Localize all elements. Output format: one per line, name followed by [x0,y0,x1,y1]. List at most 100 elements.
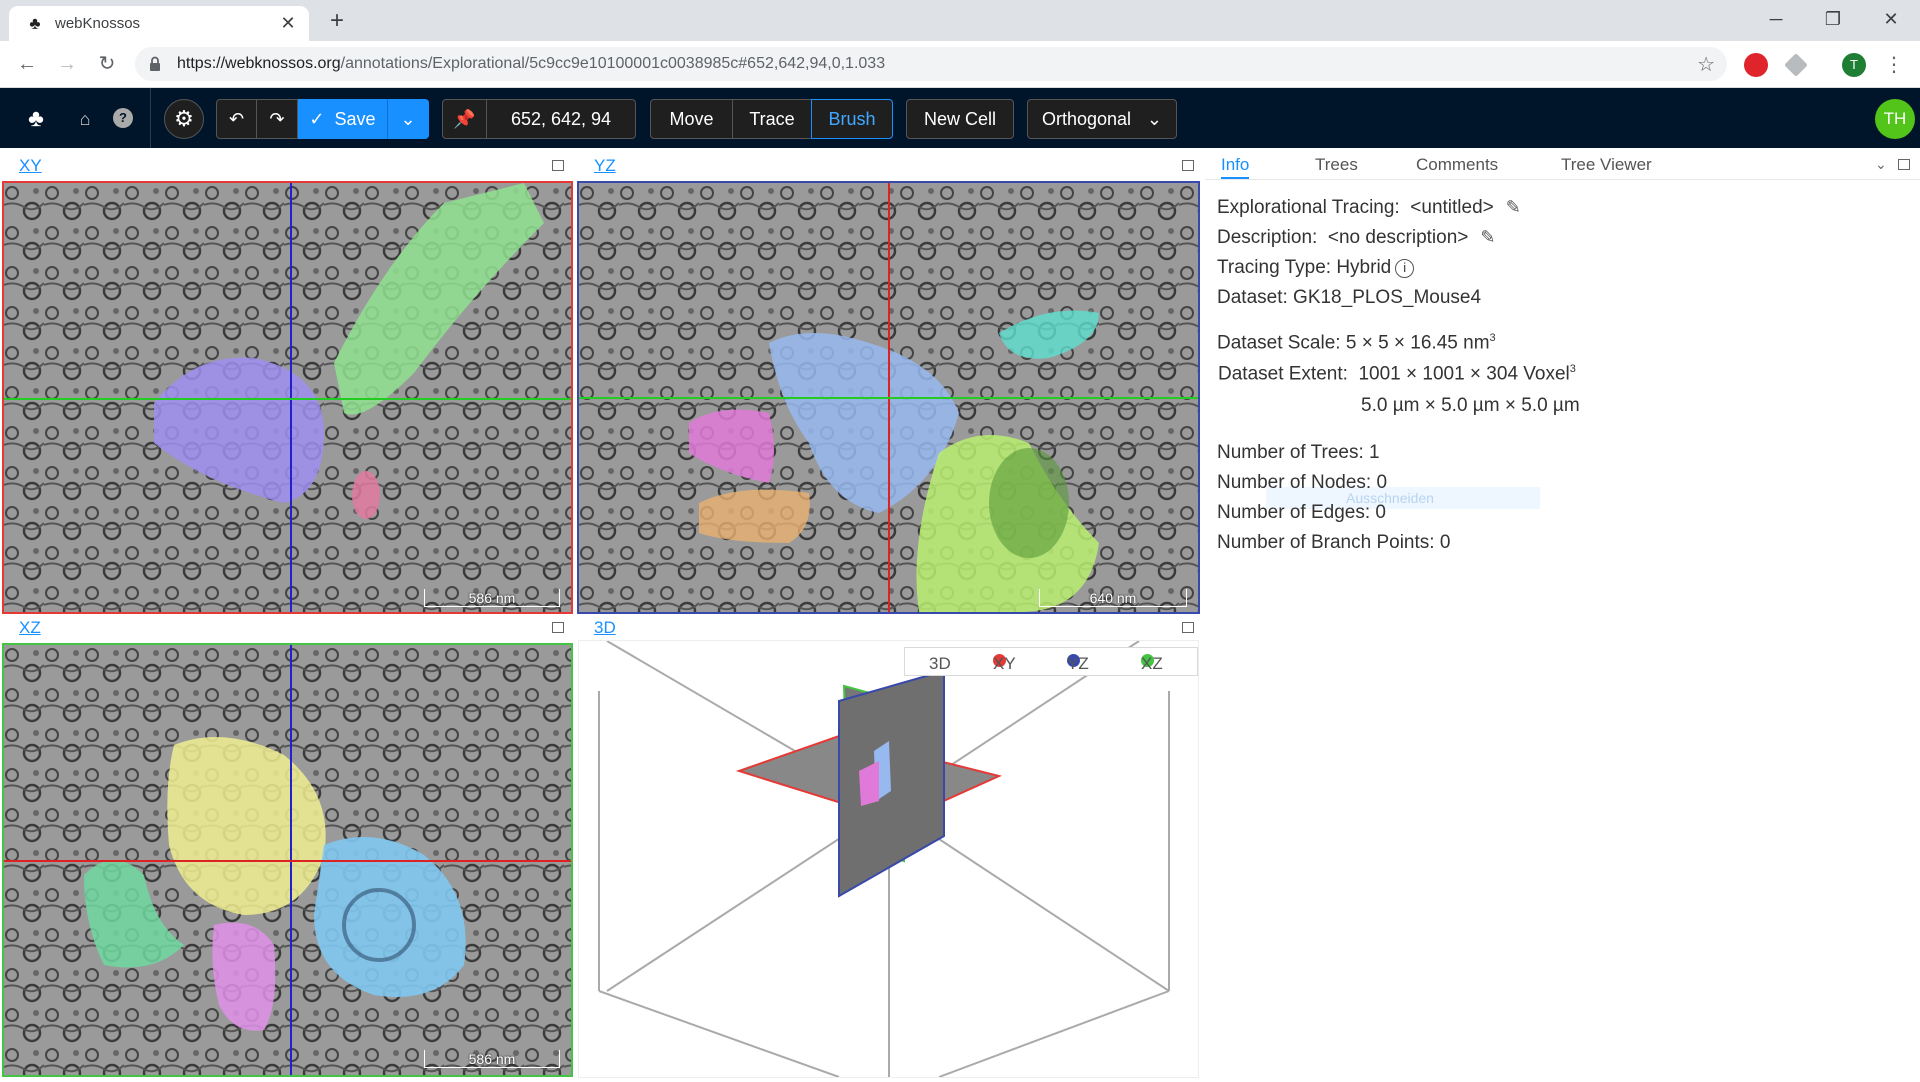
scale-bar-xz: 586 nm [424,1050,560,1068]
browser-profile-avatar[interactable]: T [1842,53,1866,77]
tab-title: webKnossos [55,15,141,32]
tool-move-button[interactable]: Move [650,99,733,139]
viewport-yz[interactable]: 640 nm [577,181,1200,614]
scale-label: Dataset Scale: [1217,332,1341,354]
tracing-type: Tracing Type: Hybrid [1217,257,1392,278]
maximize-3d-icon[interactable] [1182,622,1194,633]
scale-bar-yz: 640 nm [1039,589,1187,607]
url-omnibox[interactable]: https://webknossos.org/annotations/Explo… [135,47,1727,81]
em-image-yz [579,183,1198,612]
close-window-icon[interactable]: ✕ [1876,6,1906,32]
gear-icon: ⚙ [174,106,194,131]
viewport-xz-label[interactable]: XZ [19,618,41,638]
user-avatar[interactable]: TH [1875,99,1915,139]
reload-icon[interactable]: ↻ [92,49,122,79]
drive-extension-icon[interactable] [1784,53,1808,77]
viewport-3d[interactable] [578,640,1199,1078]
tree-count: Number of Trees: 1 [1217,442,1380,463]
save-button[interactable]: ✓ Save [298,99,387,139]
position-input[interactable]: 652, 642, 94 [486,99,636,139]
maximize-xz-icon[interactable] [552,622,564,633]
close-tab-icon[interactable]: ✕ [277,12,299,34]
tracing-label: Explorational Tracing: [1217,197,1400,218]
tool-trace-button[interactable]: Trace [732,99,812,139]
em-image-xy [4,183,571,612]
tab-comments[interactable]: Comments [1416,155,1498,175]
edit-description-pencil-icon[interactable]: ✎ [1480,227,1495,248]
bookmark-star-icon[interactable]: ☆ [1697,52,1715,77]
edit-name-pencil-icon[interactable]: ✎ [1506,197,1521,218]
save-label: Save [334,109,376,129]
tracing-value: <untitled> [1410,197,1494,218]
3d-legend: 3D XY YZ XZ [904,647,1198,676]
help-icon[interactable]: ? [113,108,133,128]
info-circle-icon[interactable]: i [1395,259,1415,278]
right-panel-tabs: Info Trees Comments Tree Viewer ⌄ [1205,148,1920,180]
legend-yz-label: YZ [1067,654,1089,673]
home-icon[interactable]: ⌂ [74,108,96,130]
browser-menu-icon[interactable]: ⋮ [1884,51,1904,79]
browser-tab-strip: ♣ webKnossos ✕ + ─ ❐ ✕ [0,0,1920,41]
chevron-down-icon: ⌄ [1146,109,1162,129]
branch-point-count: Number of Branch Points: 0 [1217,532,1451,553]
viewport-yz-label[interactable]: YZ [594,156,616,176]
new-tab-button[interactable]: + [322,8,352,34]
legend-xy-label: XY [993,654,1016,673]
view-mode-select[interactable]: Orthogonal ⌄ [1027,99,1177,139]
pushpin-icon: 📌 [453,109,476,129]
new-cell-button[interactable]: New Cell [906,99,1014,139]
maximize-panel-icon[interactable] [1898,159,1910,170]
undo-icon: ↶ [228,109,245,129]
viewport-xz[interactable]: 586 nm [2,643,573,1077]
extent-micrometers: 5.0 µm × 5.0 µm × 5.0 µm [1361,395,1580,416]
description-row: Description: <no description> ✎ [1217,227,1495,249]
webknossos-favicon-icon: ♣ [29,14,41,33]
tab-trees[interactable]: Trees [1315,155,1358,175]
viewport-xy[interactable]: 586 nm [2,181,573,614]
dataset-extent-row: Dataset Extent: 1001 × 1001 × 304 Voxel3 [1218,363,1576,385]
view-mode-value: Orthogonal [1042,109,1132,129]
webknossos-logo-icon[interactable]: ♣ [22,105,50,133]
dataset-scale-row: Dataset Scale: 5 × 5 × 16.45 nm3 [1217,332,1496,354]
tab-tree-viewer[interactable]: Tree Viewer [1561,155,1652,175]
browser-tab[interactable]: ♣ webKnossos ✕ [9,6,309,41]
url-path: /annotations/Explorational/5c9cc9e101000… [340,55,886,72]
app-toolbar: ♣ ⌂ ? ⚙ ↶ ↷ ✓ Save ⌄ 📌 652, 642, 94 Move… [0,88,1920,148]
tab-info[interactable]: Info [1221,155,1250,179]
settings-button[interactable]: ⚙ [164,99,204,139]
back-icon[interactable]: ← [12,49,42,79]
tracing-name-row: Explorational Tracing: <untitled> ✎ [1217,197,1521,219]
save-dropdown-button[interactable]: ⌄ [387,99,429,139]
viewport-3d-label[interactable]: 3D [594,618,616,638]
redo-button[interactable]: ↷ [256,99,298,139]
redo-icon: ↷ [269,109,285,129]
undo-button[interactable]: ↶ [216,99,257,139]
legend-xz-label: XZ [1141,654,1163,673]
edge-count: Number of Edges: 0 [1217,502,1386,523]
forward-icon[interactable]: → [52,49,82,79]
copy-position-button[interactable]: 📌 [442,99,487,139]
restore-window-icon[interactable]: ❐ [1818,6,1848,32]
3d-scene [598,640,1170,1078]
url-text: https://webknossos.org/annotations/Explo… [177,55,885,73]
panel-dropdown-icon[interactable]: ⌄ [1875,156,1887,173]
url-host: https://webknossos.org [177,55,341,72]
maximize-yz-icon[interactable] [1182,160,1194,171]
opera-extension-icon[interactable] [1744,53,1768,77]
chevron-down-icon: ⌄ [400,109,416,129]
checkmark-icon: ✓ [309,109,325,129]
tool-brush-button[interactable]: Brush [811,99,893,139]
minimize-window-icon[interactable]: ─ [1761,6,1791,32]
scale-bar-xy: 586 nm [424,589,560,607]
description-value: <no description> [1327,227,1469,248]
viewport-xy-label[interactable]: XY [19,156,42,176]
node-count: Number of Nodes: 0 [1217,472,1388,493]
tracing-type-row: Tracing Type: Hybrid i [1217,257,1415,279]
lock-icon [150,56,160,71]
address-bar: ← → ↻ https://webknossos.org/annotations… [0,41,1920,88]
em-image-xz [4,645,571,1075]
extent-voxel: 1001 × 1001 × 304 Voxel [1358,363,1570,385]
legend-3d-label: 3D [929,654,951,673]
scale-value: 5 × 5 × 16.45 nm [1345,332,1490,354]
maximize-xy-icon[interactable] [552,160,564,171]
